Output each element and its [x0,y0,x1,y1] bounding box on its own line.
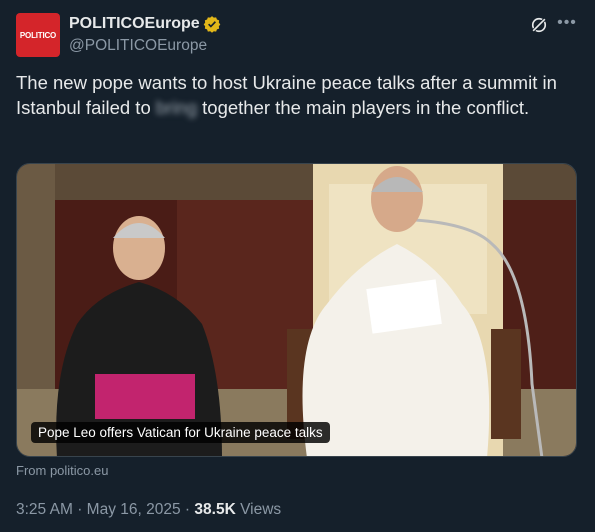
views-count[interactable]: 38.5K [194,501,235,518]
display-name-row: POLITICOEurope [69,13,221,35]
more-icon[interactable]: ••• [555,12,579,36]
tweet-text-blurred: bring [155,96,198,118]
verified-badge-icon[interactable] [203,15,221,33]
media-card[interactable]: Pope Leo offers Vatican for Ukraine peac… [16,163,577,457]
meta-separator: · [77,501,83,518]
views-label: Views [240,501,282,518]
link-source[interactable]: From politico.eu [16,463,108,478]
author-names: POLITICOEurope @POLITICOEurope [69,13,221,55]
avatar[interactable]: POLITICO [16,13,60,57]
grok-icon[interactable] [529,15,549,35]
media-image [17,164,576,456]
tweet-date[interactable]: May 16, 2025 [87,501,181,518]
tweet-text: The new pope wants to host Ukraine peace… [16,71,581,120]
meta-separator: · [184,501,191,518]
handle[interactable]: @POLITICOEurope [69,37,221,55]
tweet-header: POLITICO POLITICOEurope @POLITICOEurope … [16,12,579,60]
tweet-time[interactable]: 3:25 AM [16,501,73,518]
tweet-meta: 3:25 AM · May 16, 2025 · 38.5K Views [16,501,281,519]
media-caption: Pope Leo offers Vatican for Ukraine peac… [31,422,330,443]
display-name[interactable]: POLITICOEurope [69,15,200,33]
tweet-text-part: together the main players in the conflic… [197,96,530,118]
